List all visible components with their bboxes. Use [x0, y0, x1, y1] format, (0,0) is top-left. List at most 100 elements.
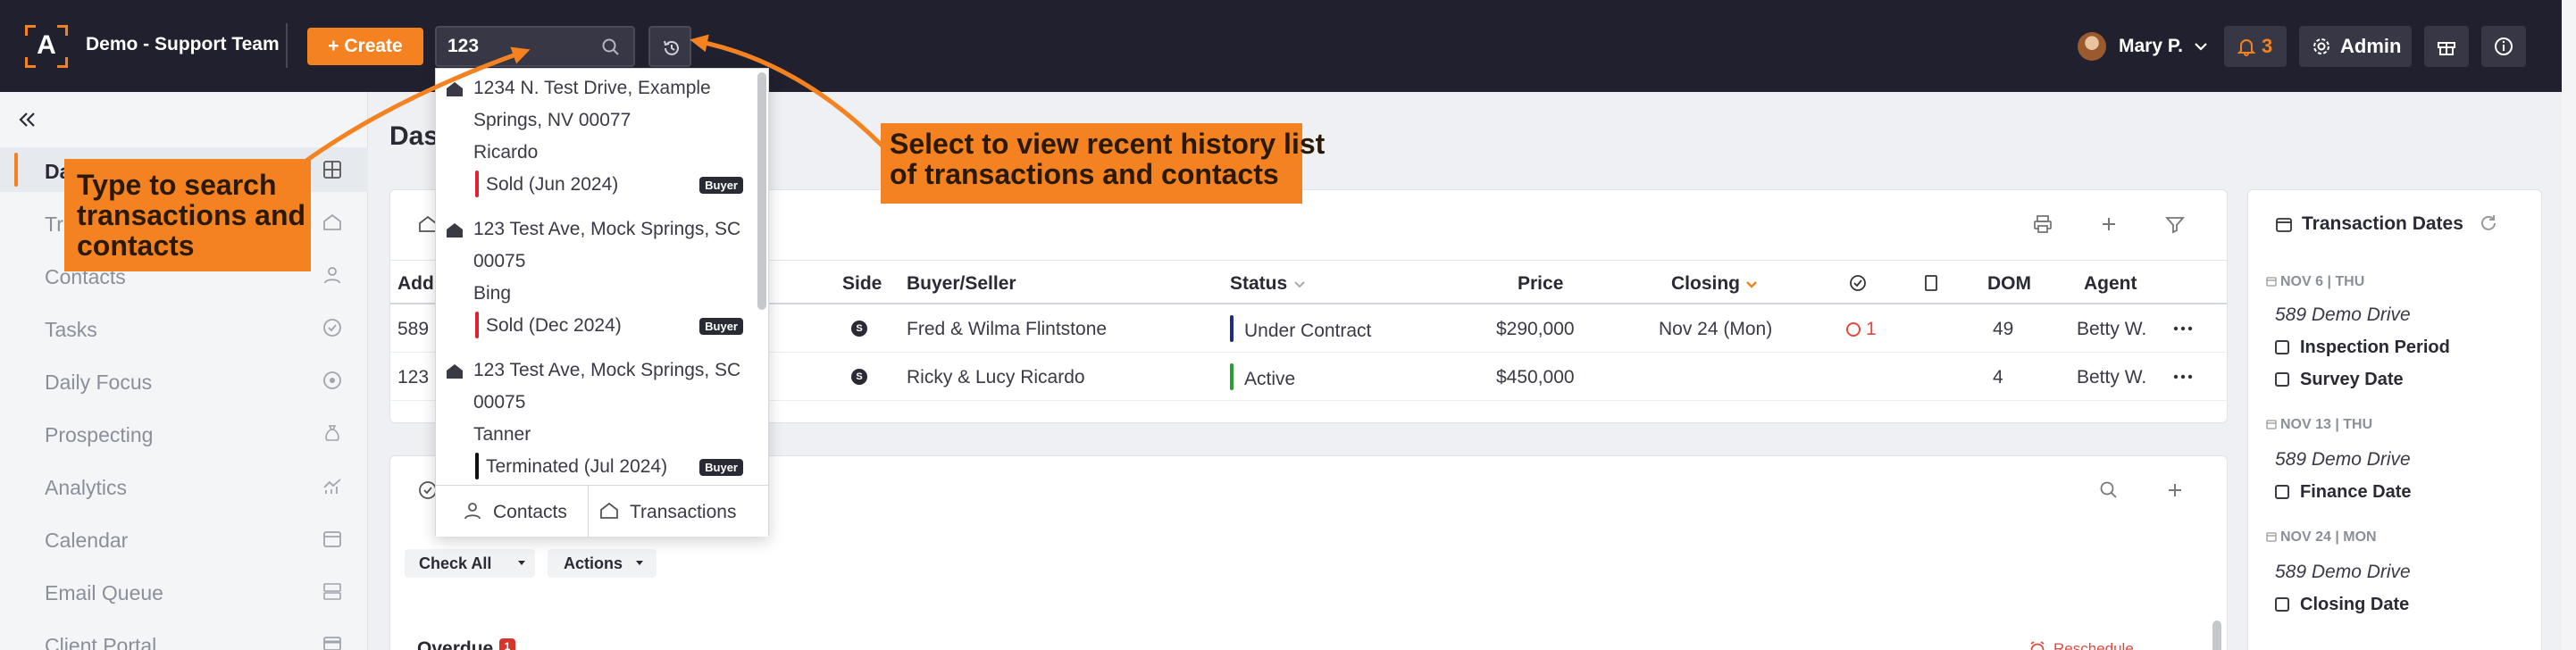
sidebar-item-client-portal[interactable]: Client Portal: [0, 621, 368, 650]
overdue-heading[interactable]: Overdue: [417, 638, 493, 650]
sidebar-item-tasks[interactable]: Tasks: [0, 305, 368, 350]
sidebar-item-daily-focus[interactable]: Daily Focus: [0, 358, 368, 403]
date-property[interactable]: 589 Demo Drive: [2275, 562, 2411, 583]
date-property[interactable]: 589 Demo Drive: [2275, 304, 2411, 326]
create-label: Create: [344, 36, 403, 56]
sidebar-item-label: Prospecting: [45, 423, 154, 446]
column-status[interactable]: Status: [1230, 273, 1287, 295]
calendar-icon: [2266, 532, 2277, 542]
sidebar-item-email-queue[interactable]: Email Queue: [0, 569, 368, 613]
date-header: NOV 24 | MON: [2280, 529, 2377, 545]
search-result-item[interactable]: 1234 N. Test Drive, Example Springs, NV …: [436, 69, 752, 210]
actions-button[interactable]: Actions: [548, 549, 657, 578]
sidebar-item-prospecting[interactable]: Prospecting: [0, 411, 368, 455]
column-side[interactable]: Side: [842, 273, 882, 295]
search-input[interactable]: [447, 36, 590, 57]
column-closing[interactable]: Closing: [1671, 273, 1740, 295]
result-status: Terminated (Jul 2024) Buyer: [473, 453, 750, 479]
admin-button[interactable]: Admin: [2299, 26, 2412, 67]
sidebar-item-label: Daily Focus: [45, 371, 153, 394]
gift-icon: [2438, 42, 2455, 55]
more-icon[interactable]: [2173, 372, 2193, 381]
column-dom[interactable]: DOM: [1987, 273, 2031, 295]
cell-price: $450,000: [1496, 367, 1575, 388]
callout-text: Select to view recent history list: [890, 128, 1326, 160]
side-badge: Buyer: [699, 459, 743, 476]
top-bar: A Demo - Support Team + Create Mary P. 3…: [0, 0, 2562, 92]
help-icon: [2495, 38, 2513, 55]
plus-icon[interactable]: [2164, 479, 2186, 501]
whats-new-button[interactable]: [2424, 26, 2469, 67]
date-property[interactable]: 589 Demo Drive: [2275, 449, 2411, 471]
more-icon[interactable]: [2173, 324, 2193, 333]
admin-label: Admin: [2340, 35, 2402, 57]
cell-party[interactable]: Ricky & Lucy Ricardo: [907, 367, 1085, 388]
check-all-button[interactable]: Check All: [405, 549, 535, 578]
callout-text: contacts: [77, 229, 195, 262]
side-badge: S: [851, 321, 867, 337]
sidebar-item-analytics[interactable]: Analytics: [0, 463, 368, 508]
dropdown-scrollbar[interactable]: [757, 72, 766, 310]
home-icon: [447, 364, 463, 379]
cell-party[interactable]: Fred & Wilma Flintstone: [907, 319, 1107, 340]
column-agent[interactable]: Agent: [2084, 273, 2137, 295]
search-filter-tabs: Contacts Transactions: [436, 485, 768, 538]
search-results-dropdown: 1234 N. Test Drive, Example Springs, NV …: [435, 68, 769, 538]
cell-alerts[interactable]: 1: [1866, 319, 1877, 340]
sidebar-item-calendar[interactable]: Calendar: [0, 516, 368, 561]
refresh-icon[interactable]: [2479, 213, 2498, 233]
money-bag-icon: [325, 425, 339, 441]
search-result-item[interactable]: 123 Test Ave, Mock Springs, SC 00075 Tan…: [436, 351, 752, 485]
cell-dom: 4: [1993, 367, 2003, 388]
status-indicator: [475, 171, 479, 197]
cell-status: Under Contract: [1244, 321, 1372, 341]
date-task-label: Survey Date: [2300, 370, 2404, 389]
result-address: 123 Test Ave, Mock Springs, SC: [473, 360, 741, 380]
sidebar-item-label: Client Portal: [45, 634, 157, 650]
home-icon: [323, 213, 341, 230]
filter-icon[interactable]: [2164, 213, 2186, 235]
alert-circle-icon: [1846, 322, 1861, 337]
tab-contacts[interactable]: Contacts: [436, 486, 588, 538]
caret-down-icon: [518, 561, 525, 565]
column-price[interactable]: Price: [1518, 273, 1563, 295]
cell-agent: Betty W.: [2077, 367, 2147, 388]
scrollbar[interactable]: [2212, 621, 2221, 650]
team-name[interactable]: Demo - Support Team: [86, 34, 280, 55]
help-button[interactable]: [2481, 26, 2526, 67]
alarm-icon: [2030, 641, 2045, 650]
result-contact: Tanner: [473, 424, 531, 445]
home-icon: [447, 223, 463, 238]
task-checkbox[interactable]: [2275, 597, 2289, 612]
search-icon[interactable]: [601, 38, 621, 57]
transaction-dates-card: Transaction Dates NOV 6 | THU 589 Demo D…: [2247, 189, 2542, 650]
search-hint-callout: Type to search transactions and contacts: [64, 159, 311, 271]
sidebar-item-label: Email Queue: [45, 581, 163, 604]
plus-icon[interactable]: [2098, 213, 2120, 235]
avatar: [2078, 32, 2106, 61]
task-checkbox[interactable]: [2275, 485, 2289, 499]
task-checkbox[interactable]: [2275, 372, 2289, 387]
tab-transactions[interactable]: Transactions: [589, 486, 767, 538]
history-icon: [664, 40, 679, 55]
search-result-item[interactable]: 123 Test Ave, Mock Springs, SC 00075 Bin…: [436, 210, 752, 351]
task-checkbox[interactable]: [2275, 340, 2289, 354]
sort-chevron-icon: [1294, 281, 1305, 288]
create-button[interactable]: + Create: [307, 28, 423, 65]
notifications-button[interactable]: 3: [2224, 26, 2287, 67]
column-buyer-seller[interactable]: Buyer/Seller: [907, 273, 1016, 295]
check-circle-icon: [1850, 275, 1866, 291]
result-address: 1234 N. Test Drive, Example: [473, 78, 711, 98]
print-icon[interactable]: [2032, 213, 2053, 235]
reschedule-link[interactable]: Reschedule: [2053, 640, 2134, 650]
calendar-icon: [2266, 277, 2277, 287]
chevron-down-icon: [2195, 43, 2207, 51]
side-badge: Buyer: [699, 177, 743, 194]
app-logo[interactable]: A: [25, 25, 68, 68]
collapse-sidebar-icon[interactable]: [16, 108, 39, 131]
search-icon[interactable]: [2098, 479, 2120, 501]
global-search[interactable]: [435, 26, 635, 67]
result-status-text: Sold (Dec 2024): [486, 315, 622, 336]
recent-history-button[interactable]: [648, 26, 691, 67]
gear-icon: [2313, 38, 2329, 54]
